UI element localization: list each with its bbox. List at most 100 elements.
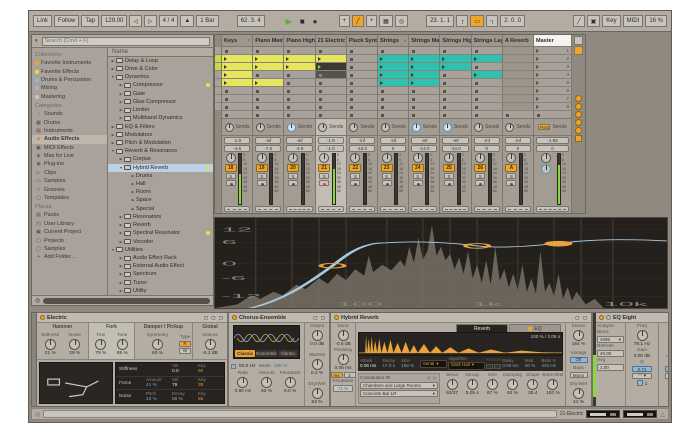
dry-wet-knob[interactable]	[312, 388, 323, 399]
volume-field[interactable]: 0	[536, 145, 569, 152]
ir-category-selector[interactable]: Chambers and Large Rooms▾	[360, 382, 438, 389]
send-a-knob[interactable]	[412, 123, 421, 132]
ir-prev-next-icons[interactable]: ◁ ▷	[427, 375, 438, 381]
send-a-knob[interactable]	[256, 123, 265, 132]
browser-tree-item[interactable]: ▶ Limiter	[108, 106, 213, 114]
volume-field[interactable]: 0	[380, 145, 406, 152]
clip-stop-button[interactable]	[409, 111, 439, 119]
track-activator-button[interactable]: 20	[287, 164, 299, 172]
track-header[interactable]: Piano Main ◔	[253, 35, 283, 47]
width-value[interactable]: 100 %	[274, 364, 288, 369]
mode-ensemble-button[interactable]: Ensemble	[256, 350, 276, 357]
decay-field[interactable]: 17.0 s	[383, 363, 401, 368]
clip-slot[interactable]	[409, 79, 439, 87]
clip-slot[interactable]	[222, 95, 252, 103]
volume-field[interactable]: 0	[505, 145, 531, 152]
transport-toggle-icon[interactable]: ▦	[379, 15, 393, 27]
clip-stop-button[interactable]	[316, 111, 346, 119]
blend-knob[interactable]	[447, 379, 458, 390]
band1-freq-knob[interactable]	[637, 330, 648, 341]
stop-all-clips-button[interactable]	[534, 111, 571, 119]
arm-button[interactable]	[288, 180, 298, 186]
category-item[interactable]: ▢ Templates	[32, 194, 107, 202]
pan-knob[interactable]	[506, 153, 516, 163]
clip-slot[interactable]	[222, 79, 252, 87]
analyze-label[interactable]: Analyze	[597, 324, 624, 329]
eq-eight-curve-display[interactable]: 12 6 0 -6 -12 100 1k 10k	[214, 217, 668, 309]
browser-tree-item[interactable]: ▶ Compressor	[108, 81, 213, 89]
show-mixer-toggle-icon[interactable]	[575, 111, 582, 118]
dry-wet-knob[interactable]	[573, 388, 584, 399]
pan-knob[interactable]	[475, 153, 485, 163]
browser-tree-item[interactable]: ▶ Delay & Loop	[108, 57, 213, 65]
scene-launch-row[interactable]: 3	[534, 63, 571, 71]
routing-selector[interactable]: Serial▾	[420, 360, 448, 368]
delay-field[interactable]: 0.00 ms	[502, 363, 524, 368]
clip-slot[interactable]	[253, 63, 283, 71]
track-header[interactable]: Strings Layer ◔	[472, 35, 502, 47]
play-button[interactable]: ▶	[283, 15, 295, 27]
track-delay-field[interactable]	[505, 206, 531, 212]
pan-knob[interactable]	[541, 153, 551, 163]
toolbar-button[interactable]: Follow	[54, 15, 79, 27]
attack-field[interactable]: 0.06 ms	[360, 363, 382, 368]
amount-knob[interactable]	[261, 377, 272, 388]
arm-button[interactable]	[413, 180, 423, 186]
band1-gain-field[interactable]: 0.00 dB	[634, 354, 651, 359]
place-item[interactable]: ◰ User Library	[32, 220, 107, 228]
follow-icon[interactable]: ▣	[587, 15, 601, 27]
scene-launch-row[interactable]: 5	[534, 79, 571, 87]
place-item[interactable]: ▢ Samples	[32, 245, 107, 253]
arm-button[interactable]	[350, 180, 360, 186]
pickup-type-r-button[interactable]: R	[179, 341, 191, 347]
arm-button[interactable]	[319, 180, 329, 186]
clip-slot[interactable]	[378, 71, 408, 79]
scene-launch-row[interactable]: 1	[534, 47, 571, 55]
tab-reverb[interactable]: Reverb	[456, 324, 508, 332]
browser-tree-item[interactable]: ▶ Resonators	[108, 213, 213, 221]
volume-field[interactable]: -1.0	[318, 145, 344, 152]
track-delay-field[interactable]	[411, 206, 437, 212]
clip-slot[interactable]	[472, 71, 502, 79]
clip-slot[interactable]	[472, 87, 502, 95]
session-view-toggle-icon[interactable]	[574, 36, 583, 45]
clip-stop-button[interactable]	[253, 111, 283, 119]
vintage-selector[interactable]: Off	[570, 357, 588, 363]
browser-tree-item[interactable]: ▼ Dynamics	[108, 73, 213, 81]
bass-mono-button[interactable]: Mono	[570, 372, 588, 378]
browser-tree-item[interactable]: ▶ Audio Effect Rack	[108, 254, 213, 262]
volume-field[interactable]: -15.0	[349, 145, 375, 152]
solo-button[interactable]: S	[444, 173, 454, 179]
place-item[interactable]: ▤ Packs	[32, 211, 107, 219]
browser-tree-item[interactable]: ▶ Vocoder	[108, 237, 213, 245]
transport-toggle-icon[interactable]: ╱	[352, 15, 364, 27]
pan-knob[interactable]	[444, 153, 454, 163]
category-item[interactable]: ≈ Grooves	[32, 185, 107, 193]
device-title[interactable]: Electric	[47, 315, 67, 321]
send-a-knob[interactable]	[287, 123, 296, 132]
send-a-knob[interactable]	[443, 123, 452, 132]
solo-button[interactable]: S	[288, 173, 298, 179]
category-item[interactable]: ◆ Audio Effects	[32, 135, 107, 143]
stop-button[interactable]: ■	[297, 15, 308, 27]
browser-tree-item[interactable]: ▶ Drive & Color	[108, 65, 213, 73]
clip-stop-button[interactable]	[222, 111, 252, 119]
nudge-down-icon[interactable]: ◁	[129, 15, 142, 27]
table-row[interactable]: Force Amount41 % Vel79 Key35	[116, 377, 224, 391]
clip-slot[interactable]	[347, 95, 377, 103]
show-returns-toggle-icon[interactable]	[575, 103, 582, 110]
clip-slot[interactable]	[222, 55, 252, 63]
track-header[interactable]: Strings Main ◔	[409, 35, 439, 47]
clip-slot[interactable]	[409, 87, 439, 95]
category-item[interactable]: ◈ Max for Live	[32, 152, 107, 160]
punch-in-icon[interactable]: ┌	[456, 15, 468, 27]
volume-field[interactable]: -14.0	[411, 145, 437, 152]
solo-button[interactable]: S	[226, 173, 236, 179]
clip-slot[interactable]	[347, 71, 377, 79]
arm-button[interactable]	[226, 180, 236, 186]
track-header[interactable]: Pluck Synth ◔	[347, 35, 377, 47]
mod-field[interactable]: 50 %	[525, 363, 541, 368]
track-delay-field[interactable]	[318, 206, 344, 212]
volume-field[interactable]: 0	[474, 145, 500, 152]
volume-knob[interactable]	[205, 339, 216, 350]
